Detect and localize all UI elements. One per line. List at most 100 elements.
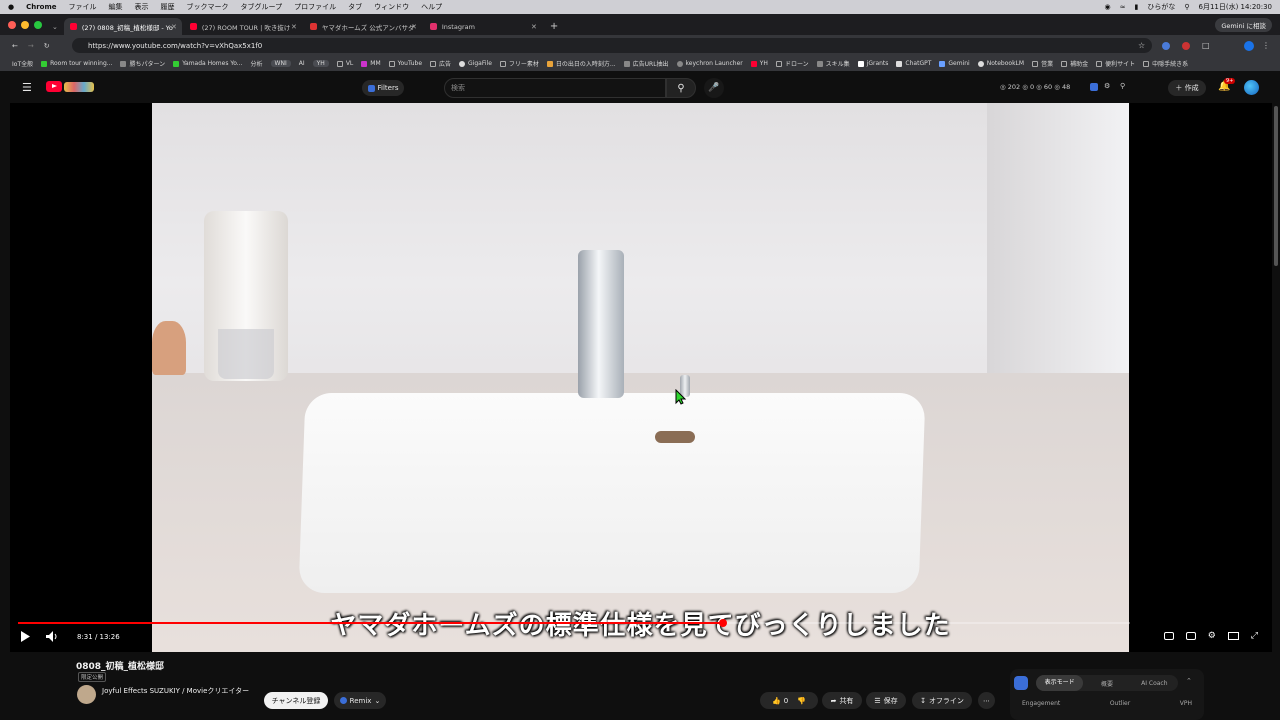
tab-yamada-ambassador[interactable]: ヤマダホームズ 公式アンバサダ ✕ (304, 18, 422, 35)
profile-avatar[interactable] (1244, 41, 1254, 51)
new-tab-button[interactable]: + (550, 21, 558, 32)
close-window-icon[interactable] (8, 21, 16, 29)
bookmark-item[interactable]: スキル集 (816, 59, 850, 68)
menu-help[interactable]: ヘルプ (421, 2, 442, 12)
close-tab-icon[interactable]: ✕ (291, 23, 297, 31)
share-button[interactable]: ➦ 共有 (822, 692, 862, 709)
bookmark-item[interactable]: Gemini (939, 60, 970, 67)
bookmark-folder[interactable]: ドローン (775, 59, 809, 68)
menu-tabgroups[interactable]: タブグループ (241, 2, 283, 12)
bookmark-star-icon[interactable]: ☆ (1138, 41, 1145, 50)
scrollbar-thumb[interactable] (1274, 106, 1278, 266)
bookmark-folder[interactable]: YH (312, 60, 329, 67)
account-avatar[interactable] (1244, 80, 1259, 95)
menu-profile[interactable]: プロファイル (294, 2, 336, 12)
bookmark-item[interactable]: MM (361, 60, 381, 67)
menu-window[interactable]: ウィンドウ (374, 2, 409, 12)
bookmark-item[interactable]: 分析 (251, 59, 263, 68)
settings-gear-icon[interactable]: ⚙ (1208, 631, 1216, 641)
menu-file[interactable]: ファイル (69, 2, 97, 12)
apple-icon[interactable]: ● (8, 3, 14, 11)
bookmark-folder[interactable]: AI (299, 60, 305, 67)
mode-tab-overview[interactable]: 概要 (1083, 679, 1130, 688)
hamburger-menu-icon[interactable]: ☰ (22, 81, 32, 94)
bookmark-folder[interactable]: フリー素材 (499, 59, 539, 68)
extensions-puzzle-icon[interactable]: □ (1202, 41, 1210, 50)
volume-icon[interactable] (46, 631, 59, 642)
theater-mode-icon[interactable] (1227, 632, 1239, 640)
bookmark-item[interactable]: 広告URL抽出 (623, 59, 669, 68)
video-frame[interactable] (152, 103, 1129, 652)
extension-icon[interactable] (1182, 42, 1190, 50)
reload-icon[interactable]: ↻ (44, 42, 50, 50)
mode-tab-ai-coach[interactable]: AI Coach (1131, 680, 1178, 687)
bookmark-item[interactable]: 日の出日の入時刻方... (546, 59, 616, 68)
browser-menu-icon[interactable]: ⋮ (1262, 41, 1270, 50)
menu-history[interactable]: 履歴 (161, 2, 175, 12)
search-button[interactable]: ⚲ (666, 78, 696, 98)
create-button[interactable]: ＋ 作成 (1168, 80, 1206, 96)
thumbs-up-icon[interactable]: 👍 (772, 697, 781, 705)
subscribe-button[interactable]: チャンネル登録 (264, 692, 328, 709)
menu-edit[interactable]: 編集 (109, 2, 123, 12)
bookmark-folder[interactable]: 広告 (430, 59, 451, 68)
url-bar[interactable]: https://www.youtube.com/watch?v=vXhQax5x… (72, 38, 1152, 53)
tab-instagram[interactable]: Instagram ✕ (424, 18, 542, 35)
bookmark-item[interactable]: YH (750, 60, 768, 67)
mode-tab-display[interactable]: 表示モード (1036, 675, 1084, 691)
extension-tools-icon[interactable]: ⚙ (1104, 82, 1110, 90)
bookmark-item[interactable]: jGrants (857, 60, 888, 67)
fullscreen-icon[interactable]: ⤢ (1251, 631, 1258, 641)
like-dislike-button[interactable]: 👍 0 👎 (760, 692, 818, 709)
menu-tab[interactable]: タブ (348, 2, 362, 12)
bookmark-folder[interactable]: VL (336, 60, 353, 67)
bookmark-folder[interactable]: 営業 (1032, 59, 1053, 68)
bookmark-item[interactable]: GigaFile (459, 60, 492, 67)
more-actions-button[interactable]: ⋯ (978, 692, 995, 709)
bookmark-folder[interactable]: 中隠手続き系 (1143, 59, 1188, 68)
bookmark-item[interactable]: keychron Launcher (676, 60, 743, 67)
filters-button[interactable]: Filters (362, 80, 404, 96)
battery-icon[interactable]: ▮ (1135, 3, 1139, 11)
bookmark-folder[interactable]: WNI (270, 60, 291, 67)
input-method[interactable]: ひらがな (1147, 2, 1175, 12)
bookmark-item[interactable]: Room tour winning... (41, 60, 112, 67)
save-button[interactable]: ☰ 保存 (866, 692, 906, 709)
doodle-logo[interactable] (64, 82, 94, 92)
gemini-button[interactable]: Gemini に相談 (1215, 18, 1272, 32)
tab-room-tour[interactable]: (27) ROOM TOUR | 吹き抜け ✕ (184, 18, 302, 35)
voice-search-button[interactable]: 🎤 (704, 78, 724, 98)
extension-icon[interactable] (1162, 42, 1170, 50)
tray-status-icon[interactable]: ◉ (1105, 3, 1111, 11)
bookmark-item[interactable]: NotebookLM (977, 60, 1024, 67)
minimize-window-icon[interactable] (21, 21, 29, 29)
bookmark-folder[interactable]: 便利サイト (1096, 59, 1135, 68)
search-input[interactable]: 検索 (444, 78, 666, 98)
channel-name[interactable]: Joyful Effects SUZUKIY / Movieクリエイター (102, 686, 252, 697)
play-icon[interactable] (20, 631, 30, 642)
collapse-panel-icon[interactable]: ⌃ (1186, 677, 1192, 685)
bookmark-item[interactable]: IoT全般 (12, 59, 33, 68)
menu-app-name[interactable]: Chrome (26, 3, 56, 11)
menu-view[interactable]: 表示 (135, 2, 149, 12)
tab-search-icon[interactable]: ⌄ (52, 23, 58, 31)
extension-link-icon[interactable]: ⚲ (1120, 82, 1125, 90)
youtube-logo-icon[interactable] (46, 81, 62, 92)
bookmark-folder[interactable]: 補助金 (1061, 59, 1088, 68)
bookmark-item[interactable]: 勝ちパターン (120, 59, 165, 68)
captions-icon[interactable] (1185, 632, 1196, 640)
close-tab-icon[interactable]: ✕ (531, 23, 537, 31)
bookmark-item[interactable]: Yamada Homes Yo... (173, 60, 243, 67)
url-text[interactable]: https://www.youtube.com/watch?v=vXhQax5x… (88, 42, 262, 50)
progress-bar[interactable] (18, 619, 1130, 627)
tab-youtube-draft[interactable]: (27) 0808_初稿_植松様邸 - Yo ✕ (63, 18, 182, 35)
extension-icon[interactable] (1090, 83, 1098, 91)
zoom-window-icon[interactable] (34, 21, 42, 29)
thumbs-down-icon[interactable]: 👎 (797, 697, 806, 705)
search-icon[interactable]: ⚲ (1184, 3, 1189, 11)
offline-button[interactable]: ↧ オフライン (912, 692, 972, 709)
bookmark-folder[interactable]: YouTube (388, 60, 422, 67)
progress-scrubber[interactable] (719, 619, 727, 627)
forward-icon[interactable]: → (28, 42, 34, 50)
close-tab-icon[interactable]: ✕ (171, 23, 177, 31)
